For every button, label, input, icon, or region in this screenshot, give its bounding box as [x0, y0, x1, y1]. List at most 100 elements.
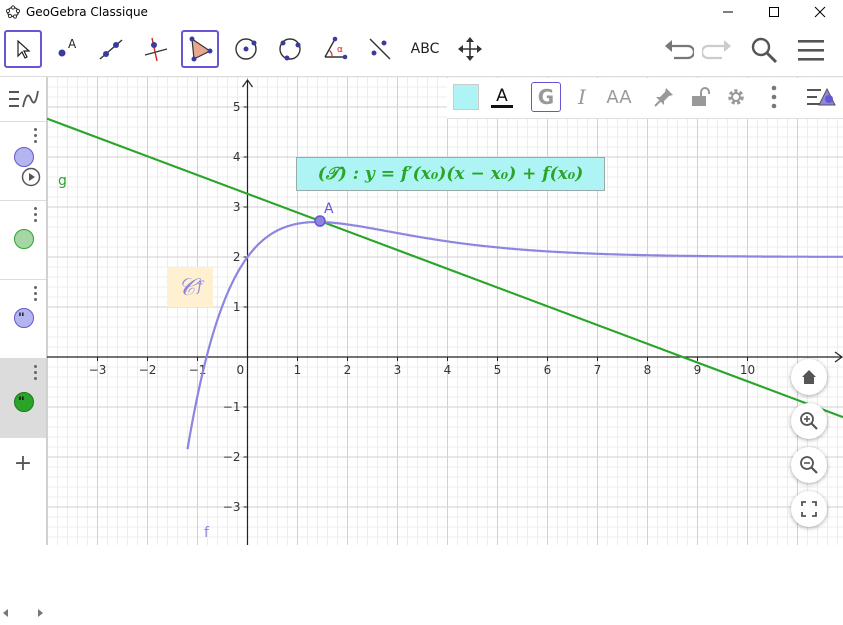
- polygon-tool-button[interactable]: [181, 30, 219, 68]
- x-tick-label: 4: [444, 363, 452, 377]
- search-button[interactable]: [746, 32, 782, 68]
- visibility-marble-icon[interactable]: [14, 229, 34, 249]
- home-icon: [800, 368, 818, 386]
- redo-button[interactable]: [699, 32, 735, 68]
- search-icon: [750, 36, 778, 64]
- toggle-style-bar-button[interactable]: [803, 82, 839, 112]
- close-button[interactable]: [797, 0, 843, 24]
- fullscreen-button[interactable]: [791, 491, 827, 527]
- bold-button[interactable]: G: [531, 82, 561, 112]
- y-tick-label: −1: [223, 400, 241, 414]
- y-tick-label: 1: [233, 300, 241, 314]
- item-menu-dots-icon[interactable]: [34, 207, 38, 225]
- x-tick-label: 0: [237, 363, 245, 377]
- redo-icon: [702, 39, 732, 61]
- angle-icon: α: [321, 35, 349, 63]
- pin-icon: [653, 86, 675, 108]
- text-color-button[interactable]: A: [487, 82, 517, 112]
- text-size-button[interactable]: AA: [604, 82, 634, 112]
- minimize-button[interactable]: [705, 0, 751, 24]
- title-bar: GeoGebra Classique: [0, 0, 843, 24]
- algebra-graph-icon: [7, 87, 39, 111]
- x-tick-label: 2: [344, 363, 352, 377]
- pin-button[interactable]: [649, 82, 679, 112]
- perpendicular-tool-button[interactable]: [137, 30, 175, 68]
- perpendicular-line-icon: [142, 35, 170, 63]
- y-tick-label: 5: [233, 100, 241, 114]
- gear-icon: [725, 86, 747, 108]
- minimize-icon: [722, 6, 734, 18]
- angle-tool-button[interactable]: α: [316, 30, 354, 68]
- reflect-tool-button[interactable]: [361, 30, 399, 68]
- svg-text:A: A: [68, 37, 77, 51]
- line-tool-button[interactable]: [92, 30, 130, 68]
- visibility-marble-icon[interactable]: [14, 147, 34, 167]
- unlock-icon: [689, 86, 711, 108]
- x-tick-label: 9: [694, 363, 702, 377]
- color-swatch: [453, 84, 479, 110]
- x-tick-label: −3: [89, 363, 107, 377]
- move-tool-button[interactable]: [4, 30, 42, 68]
- x-tick-label: 10: [740, 363, 755, 377]
- zoom-out-button[interactable]: [791, 447, 827, 483]
- item-menu-dots-icon[interactable]: [34, 365, 38, 383]
- x-tick-label: −2: [139, 363, 157, 377]
- algebra-view-toggle[interactable]: [0, 77, 46, 122]
- lock-button[interactable]: [685, 82, 715, 112]
- geogebra-logo-icon: [6, 5, 20, 19]
- x-tick-label: 3: [394, 363, 402, 377]
- cursor-arrow-icon: [12, 38, 34, 60]
- zoom-in-button[interactable]: [791, 403, 827, 439]
- svg-text:": ": [18, 395, 25, 410]
- circle-center-tool-button[interactable]: [227, 30, 265, 68]
- zoom-out-icon: [799, 455, 819, 475]
- algebra-item-4[interactable]: ": [0, 359, 46, 438]
- algebra-item-2[interactable]: [0, 201, 46, 280]
- toolbar: A α ABC: [0, 24, 843, 77]
- background-color-button[interactable]: [451, 82, 481, 112]
- item-menu-dots-icon[interactable]: [34, 286, 38, 304]
- x-tick-label: 5: [494, 363, 502, 377]
- minor-grid: [47, 77, 843, 545]
- style-bar: A G I AA: [447, 78, 843, 119]
- play-animation-icon[interactable]: [21, 167, 41, 187]
- maximize-button[interactable]: [751, 0, 797, 24]
- horizontal-scrollbar[interactable]: [0, 605, 46, 621]
- item-menu-dots-icon[interactable]: [34, 128, 38, 146]
- line-g-label: g: [58, 173, 67, 189]
- window-title: GeoGebra Classique: [26, 5, 705, 19]
- hamburger-menu-icon: [797, 38, 825, 62]
- vertical-dots-icon: [771, 85, 777, 109]
- x-tick-label: 6: [544, 363, 552, 377]
- tangent-equation-text[interactable]: (𝒯) : y = f′(x₀)(x − x₀) + f(x₀): [296, 157, 605, 191]
- add-item-button[interactable]: +: [0, 438, 46, 488]
- polygon-icon: [186, 35, 214, 63]
- home-view-button[interactable]: [791, 359, 827, 395]
- text-marble-icon[interactable]: ": [14, 392, 34, 412]
- zoom-in-icon: [799, 411, 819, 431]
- curve-f: [188, 222, 843, 449]
- y-tick-label: 3: [233, 200, 241, 214]
- curve-name-text[interactable]: 𝒞f: [167, 267, 213, 307]
- x-tick-label: 8: [644, 363, 652, 377]
- circle-three-points-tool-button[interactable]: [271, 30, 309, 68]
- text-tool-button[interactable]: ABC: [406, 30, 444, 68]
- main-menu-button[interactable]: [793, 32, 829, 68]
- point-tool-button[interactable]: A: [48, 30, 86, 68]
- more-options-button[interactable]: [759, 82, 789, 112]
- circle-three-points-icon: [276, 35, 304, 63]
- undo-button[interactable]: [661, 32, 697, 68]
- italic-button[interactable]: I: [567, 82, 597, 112]
- axes: [47, 80, 842, 545]
- x-tick-label: 7: [594, 363, 602, 377]
- y-tick-label: −3: [223, 500, 241, 514]
- move-graphics-tool-button[interactable]: [451, 30, 489, 68]
- point-a: [315, 216, 325, 226]
- undo-icon: [664, 39, 694, 61]
- settings-button[interactable]: [721, 82, 751, 112]
- text-marble-icon[interactable]: ": [14, 308, 34, 328]
- algebra-item-g[interactable]: [0, 122, 46, 201]
- algebra-panel: " " +: [0, 77, 47, 545]
- algebra-item-3[interactable]: ": [0, 280, 46, 359]
- graphics-view[interactable]: −3−2−101234567891054321−1−2−3 A f g: [47, 77, 843, 545]
